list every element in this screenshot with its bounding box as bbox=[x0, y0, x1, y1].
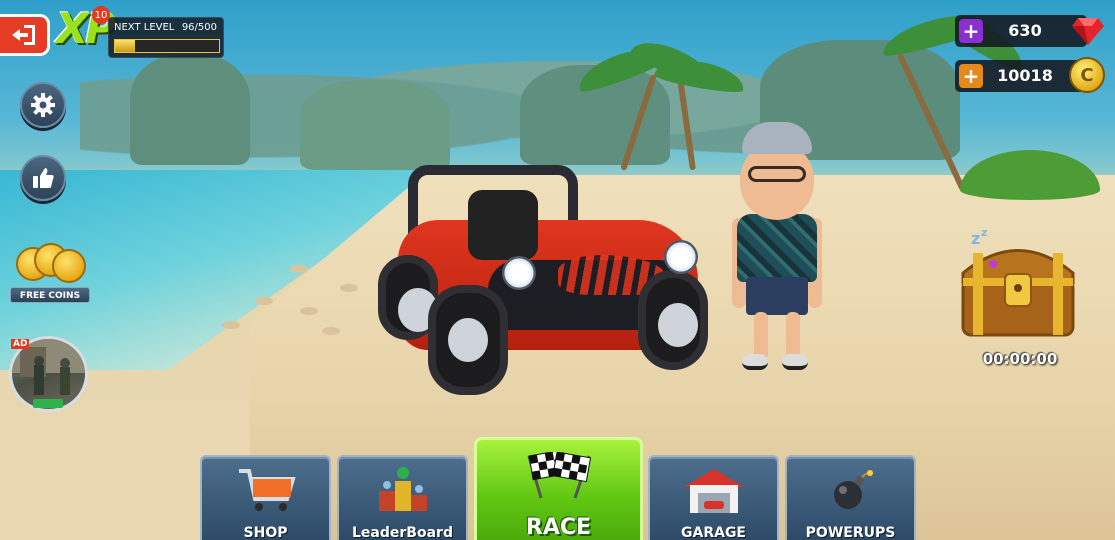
character-leg bbox=[754, 312, 768, 360]
character-shoe bbox=[782, 354, 808, 370]
shell bbox=[322, 327, 340, 335]
garage-icon bbox=[683, 469, 744, 513]
like-button[interactable] bbox=[20, 155, 66, 201]
powerups-label: POWERUPS bbox=[805, 525, 896, 540]
checkered-flags-icon bbox=[527, 452, 592, 499]
coins-value: 10018 bbox=[997, 66, 1053, 85]
exit-arrow-icon bbox=[11, 25, 35, 45]
beach-bush bbox=[960, 150, 1100, 200]
add-coins-button[interactable]: + bbox=[959, 64, 983, 88]
thumbs-up-icon bbox=[33, 168, 54, 188]
cliff-rock bbox=[300, 80, 450, 170]
leaderboard-label: LeaderBoard bbox=[352, 525, 453, 540]
character-cap bbox=[742, 122, 812, 154]
shop-label: SHOP bbox=[243, 525, 288, 540]
race-label: RACE bbox=[525, 515, 592, 540]
add-gems-button[interactable]: + bbox=[959, 19, 983, 43]
player-character[interactable] bbox=[732, 122, 822, 377]
xp-progress-bar bbox=[114, 39, 220, 53]
player-buggy[interactable] bbox=[378, 160, 713, 395]
shop-button[interactable]: SHOP bbox=[200, 455, 331, 540]
free-coins-label: FREE COINS bbox=[10, 287, 90, 303]
gold-coin-icon: C bbox=[1069, 57, 1105, 93]
back-button[interactable] bbox=[0, 14, 50, 56]
xp-progress-panel: NEXT LEVEL 96/500 bbox=[108, 17, 224, 58]
shopping-cart-icon bbox=[238, 469, 296, 511]
character-shorts bbox=[746, 277, 808, 315]
shell bbox=[255, 297, 273, 305]
free-coins-button[interactable]: FREE COINS bbox=[10, 243, 90, 305]
character-leg bbox=[786, 312, 800, 360]
race-button[interactable]: RACE bbox=[474, 437, 643, 540]
character-shirt bbox=[737, 214, 817, 282]
xp-progress-fill bbox=[115, 40, 135, 52]
character-glasses bbox=[748, 166, 806, 182]
character-shoe bbox=[742, 354, 768, 370]
buggy-seat bbox=[468, 190, 538, 260]
garage-button[interactable]: GARAGE bbox=[648, 455, 779, 540]
gems-value: 630 bbox=[1008, 21, 1042, 40]
shell bbox=[290, 265, 308, 273]
gold-coin-icon bbox=[52, 249, 86, 283]
shell bbox=[340, 284, 358, 292]
svg-text:z: z bbox=[971, 229, 980, 248]
front-right-wheel bbox=[638, 270, 708, 370]
headlight-right bbox=[664, 240, 698, 274]
powerups-button[interactable]: POWERUPS bbox=[785, 455, 916, 540]
garage-label: GARAGE bbox=[681, 525, 746, 540]
front-left-wheel bbox=[428, 285, 508, 395]
shell bbox=[222, 321, 240, 329]
svg-text:z: z bbox=[981, 228, 987, 239]
chest-timer: 00:00:00 bbox=[982, 350, 1058, 368]
gems-counter: + 630 bbox=[955, 15, 1087, 47]
headlight-left bbox=[502, 256, 536, 290]
ruby-gem-icon bbox=[1072, 18, 1104, 45]
shell bbox=[300, 307, 318, 315]
gear-icon bbox=[31, 93, 55, 117]
leaderboard-button[interactable]: LeaderBoard bbox=[337, 455, 468, 540]
settings-button[interactable] bbox=[20, 82, 66, 128]
cliff-rock bbox=[130, 55, 250, 165]
treasure-chest-icon[interactable]: z z bbox=[953, 228, 1083, 343]
bomb-icon bbox=[833, 470, 873, 509]
xp-progress-text: 96/500 bbox=[181, 22, 217, 33]
coins-counter: + 10018 bbox=[955, 60, 1087, 92]
next-level-label: NEXT LEVEL bbox=[114, 22, 175, 33]
ad-install-badge bbox=[33, 399, 63, 408]
ad-tag: AD bbox=[11, 339, 30, 349]
podium-icon bbox=[378, 467, 427, 511]
